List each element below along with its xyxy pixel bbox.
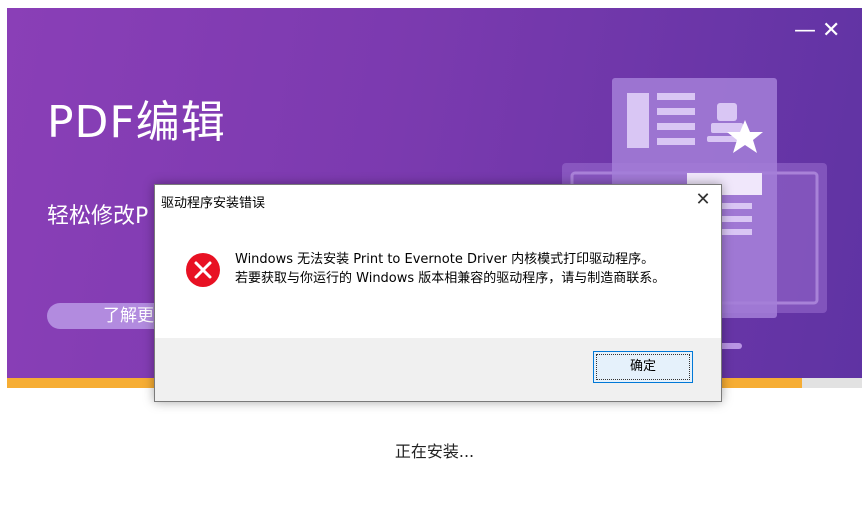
error-message-line-1: Windows 无法安装 Print to Evernote Driver 内核…: [235, 252, 655, 267]
dialog-titlebar: 驱动程序安装错误 ✕: [155, 185, 721, 216]
app-subtitle: 轻松修改P: [47, 204, 149, 229]
dialog-footer: 确定: [155, 338, 721, 401]
dialog-body: Windows 无法安装 Print to Evernote Driver 内核…: [155, 216, 721, 338]
dialog-title: 驱动程序安装错误: [161, 196, 266, 211]
driver-error-dialog: 驱动程序安装错误 ✕ Windows 无法安装 Print to Evernot…: [154, 184, 722, 402]
close-button[interactable]: ✕: [822, 20, 840, 42]
error-icon: [186, 253, 220, 287]
install-status-text: 正在安装...: [394, 442, 475, 461]
dialog-close-button[interactable]: ✕: [691, 189, 715, 211]
error-message: Windows 无法安装 Print to Evernote Driver 内核…: [235, 250, 695, 288]
app-title: PDF编辑: [47, 97, 226, 148]
error-message-line-2: 若要获取与你运行的 Windows 版本相兼容的驱动程序，请与制造商联系。: [235, 271, 666, 286]
minimize-button[interactable]: —: [794, 20, 816, 42]
ok-button[interactable]: 确定: [593, 351, 693, 383]
